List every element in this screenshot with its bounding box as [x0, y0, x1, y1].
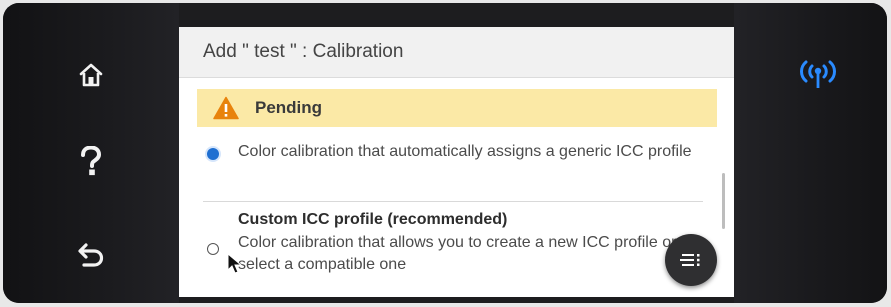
status-banner: Pending	[197, 89, 717, 127]
printer-control-panel: Add " test " : Calibration Pending Color…	[3, 3, 887, 303]
home-button[interactable]	[69, 53, 113, 97]
screen-header: Add " test " : Calibration	[179, 27, 734, 78]
menu-list-icon	[680, 254, 700, 266]
scrollbar[interactable]	[722, 173, 725, 229]
status-label: Pending	[255, 98, 323, 117]
help-icon	[81, 146, 102, 176]
back-button[interactable]	[69, 233, 113, 277]
back-icon	[78, 243, 104, 267]
warning-icon	[213, 96, 239, 120]
option-description: Color calibration that allows you to cre…	[238, 234, 677, 273]
wireless-icon	[800, 60, 836, 88]
option-custom-icc[interactable]: Custom ICC profile (recommended) Color c…	[179, 209, 719, 297]
help-button[interactable]	[69, 139, 113, 183]
radio-unselected[interactable]	[207, 243, 219, 255]
page-title: Add " test " : Calibration	[203, 41, 404, 62]
radio-selected[interactable]	[207, 148, 219, 160]
option-title: Custom ICC profile (recommended)	[238, 211, 508, 228]
option-generic-icc[interactable]: Color calibration that automatically ass…	[179, 139, 719, 201]
right-bezel	[734, 3, 887, 303]
home-icon	[79, 63, 103, 87]
option-description: Color calibration that automatically ass…	[238, 143, 692, 160]
touchscreen: Add " test " : Calibration Pending Color…	[179, 27, 734, 297]
divider	[203, 201, 703, 202]
menu-fab-button[interactable]	[665, 234, 717, 286]
